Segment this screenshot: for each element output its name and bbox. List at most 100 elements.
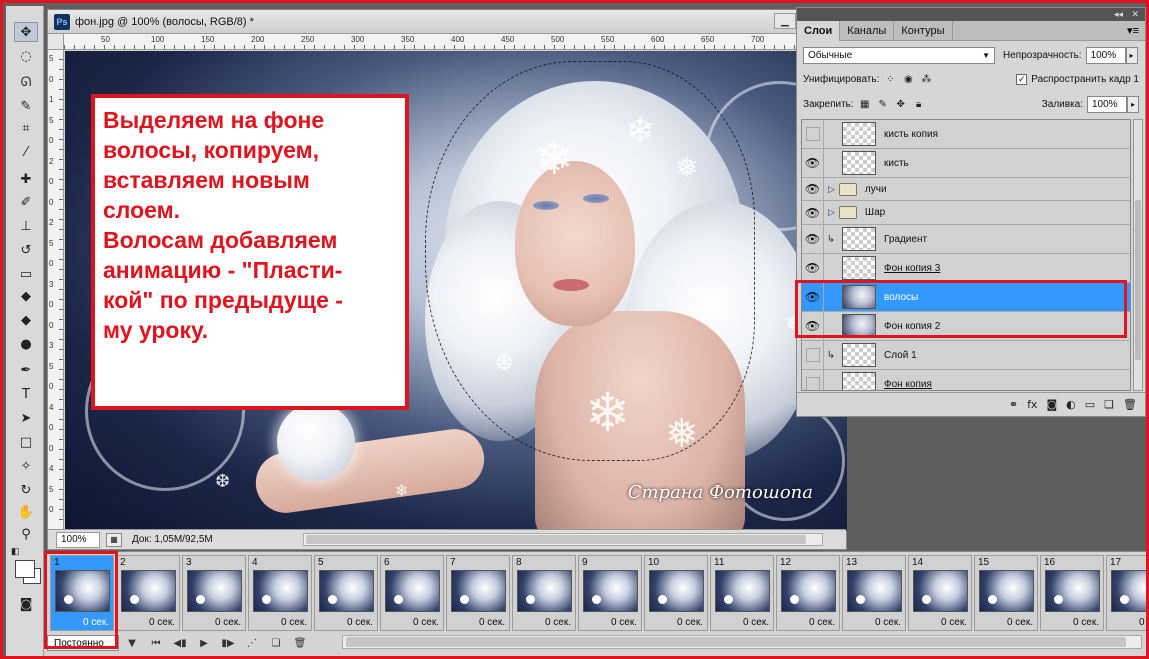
unify-style-icon[interactable]: ⁂ [919,72,933,86]
fill-field[interactable]: 100% [1087,95,1127,113]
frame-delay[interactable]: 0 сек. [941,617,967,628]
opacity-field[interactable]: 100% [1085,46,1126,64]
animation-frame[interactable]: 8 0 сек. [512,555,576,631]
color-swatches[interactable]: ◧ [11,546,41,586]
animation-frame[interactable]: 15 0 сек. [974,555,1038,631]
animation-frame[interactable]: 4 0 сек. [248,555,312,631]
animation-frame[interactable]: 11 0 сек. [710,555,774,631]
layer-group-row[interactable]: 👁︎ ▷ лучи [802,177,1130,201]
animation-frame[interactable]: 13 0 сек. [842,555,906,631]
animation-frame[interactable]: 2 0 сек. [116,555,180,631]
visibility-toggle[interactable] [802,369,824,390]
frame-delay[interactable]: 0 сек. [545,617,571,628]
3d-rotate-tool-icon[interactable]: ✧ [14,456,38,476]
animation-frame[interactable]: 16 0 сек. [1040,555,1104,631]
blend-mode-select[interactable]: Обычные ▼ [803,46,995,64]
layer-row[interactable]: 👁︎ ↳ Градиент [802,224,1130,254]
animation-frame[interactable]: 3 0 сек. [182,555,246,631]
quick-select-tool-icon[interactable]: ✎ [14,96,38,116]
propagate-checkbox[interactable]: ✓ [1016,73,1028,85]
layer-row[interactable]: кисть копия [802,120,1130,149]
unify-visibility-icon[interactable]: ◉ [901,72,915,86]
shape-tool-icon[interactable]: □ [14,432,38,452]
layer-mask-icon[interactable]: ◙ [1046,398,1057,411]
lasso-tool-icon[interactable]: ᘏ [14,72,38,92]
fill-slider-button[interactable]: ▸ [1127,95,1139,113]
tween-icon[interactable]: ⋰ [241,635,263,651]
frame-delay[interactable]: 0 сек. [281,617,307,628]
move-tool-icon[interactable]: ✥ [14,22,38,42]
frame-delay[interactable]: 0 сек. [215,617,241,628]
brush-tool-icon[interactable]: ✐ [14,192,38,212]
lock-pixels-icon[interactable]: ✎ [876,97,890,111]
frame-delay[interactable]: 0 сек. [743,617,769,628]
close-icon[interactable]: ✕ [1131,9,1139,20]
frame-delay[interactable]: 0 сек. [677,617,703,628]
vertical-ruler[interactable]: 5 0 1 5 0 2 0 0 2 5 0 3 0 0 3 5 0 4 0 0 4 5 0 [48,50,64,531]
eraser-tool-icon[interactable]: ▭ [14,264,38,284]
trash-icon[interactable]: 🗑︎ [1123,398,1137,411]
visibility-toggle[interactable] [802,120,824,149]
marquee-tool-icon[interactable]: ◌ [14,46,38,66]
quick-mask-icon[interactable]: ◙ [14,594,38,614]
doc-size-info[interactable]: Док: 1,05M/92,5M [132,534,213,545]
delete-frame-icon[interactable]: 🗑︎ [289,635,311,651]
horizontal-ruler[interactable]: 50 100 150 200 250 300 350 400 450 500 550 600 650 70… [64,34,846,50]
layer-row[interactable]: ↳ Слой 1 [802,340,1130,370]
animation-frame[interactable]: 7 0 сек. [446,555,510,631]
animation-frame[interactable]: 10 0 сек. [644,555,708,631]
layers-scrollbar[interactable] [1133,119,1143,391]
image-canvas[interactable]: ❄ ❄ ❅ ❄ ❅ ❆ ❆ ❄ ❅ Страна Фотошопа Выделя… [65,51,847,531]
healing-tool-icon[interactable]: ✚ [14,169,38,189]
animation-frame[interactable]: 14 0 сек. [908,555,972,631]
frame-delay[interactable]: 0 сек. [611,617,637,628]
minimize-button[interactable]: ▁ [774,13,796,29]
visibility-toggle[interactable]: 👁︎ [802,177,824,201]
history-brush-tool-icon[interactable]: ↺ [14,240,38,260]
frames-scrollbar[interactable] [342,635,1142,649]
first-frame-icon[interactable]: ⏮ [145,635,167,651]
animation-frame[interactable]: 6 0 сек. [380,555,444,631]
visibility-toggle[interactable]: 👁︎ [802,148,824,178]
path-select-tool-icon[interactable]: ➤ [14,408,38,428]
layer-row[interactable]: 👁︎ Фон копия 3 [802,253,1130,283]
expand-triangle-icon[interactable]: ▷ [828,207,835,218]
blur-tool-icon[interactable]: ◆ [14,310,38,330]
crop-tool-icon[interactable]: ⌗ [14,118,38,138]
horizontal-scrollbar[interactable] [303,533,823,546]
lock-position-icon[interactable]: ✥ [894,97,908,111]
type-tool-icon[interactable]: T [14,384,38,404]
animation-frame[interactable]: 12 0 сек. [776,555,840,631]
animation-frame[interactable]: 17 0 сек. [1106,555,1146,631]
ruler-corner[interactable] [48,34,64,50]
document-tab[interactable]: Ps фон.jpg @ 100% (волосы, RGB/8) * ▁ ▢ … [48,10,846,34]
play-icon[interactable]: ▶ [193,635,215,651]
visibility-toggle[interactable] [802,340,824,370]
tab-channels[interactable]: Каналы [840,21,895,41]
animation-frame[interactable]: 9 0 сек. [578,555,642,631]
next-frame-icon[interactable]: ▮▶ [217,635,239,651]
hand-tool-icon[interactable]: ✋ [14,502,38,522]
new-group-icon[interactable]: ▭ [1085,398,1095,411]
frame-delay[interactable]: 0 сек. [413,617,439,628]
chevron-down-icon[interactable]: ▼ [121,635,143,651]
tab-layers[interactable]: Слои [797,21,841,41]
bucket-tool-icon[interactable]: ◆ [14,286,38,306]
animation-frame[interactable]: 5 0 сек. [314,555,378,631]
foreground-color[interactable] [15,560,35,578]
frame-delay[interactable]: 0 сек. [1073,617,1099,628]
default-colors-icon[interactable]: ◧ [11,546,20,557]
opacity-slider-button[interactable]: ▸ [1125,46,1138,64]
layer-group-row[interactable]: 👁︎ ▷ Шар [802,200,1130,225]
visibility-toggle[interactable]: 👁︎ [802,224,824,254]
3d-orbit-tool-icon[interactable]: ↻ [14,480,38,500]
dodge-tool-icon[interactable]: ● [14,334,38,354]
frame-delay[interactable]: 0 сек. [479,617,505,628]
lock-all-icon[interactable]: 🔒︎ [912,97,926,111]
panel-menu-icon[interactable]: ▾≡ [1127,21,1139,40]
frame-delay[interactable]: 0 сек. [1007,617,1033,628]
frame-delay[interactable]: 0 сек. [347,617,373,628]
layer-row[interactable]: 👁︎ кисть [802,148,1130,178]
frame-delay[interactable]: 0 сек. [149,617,175,628]
status-icon[interactable]: ▦ [106,532,122,547]
